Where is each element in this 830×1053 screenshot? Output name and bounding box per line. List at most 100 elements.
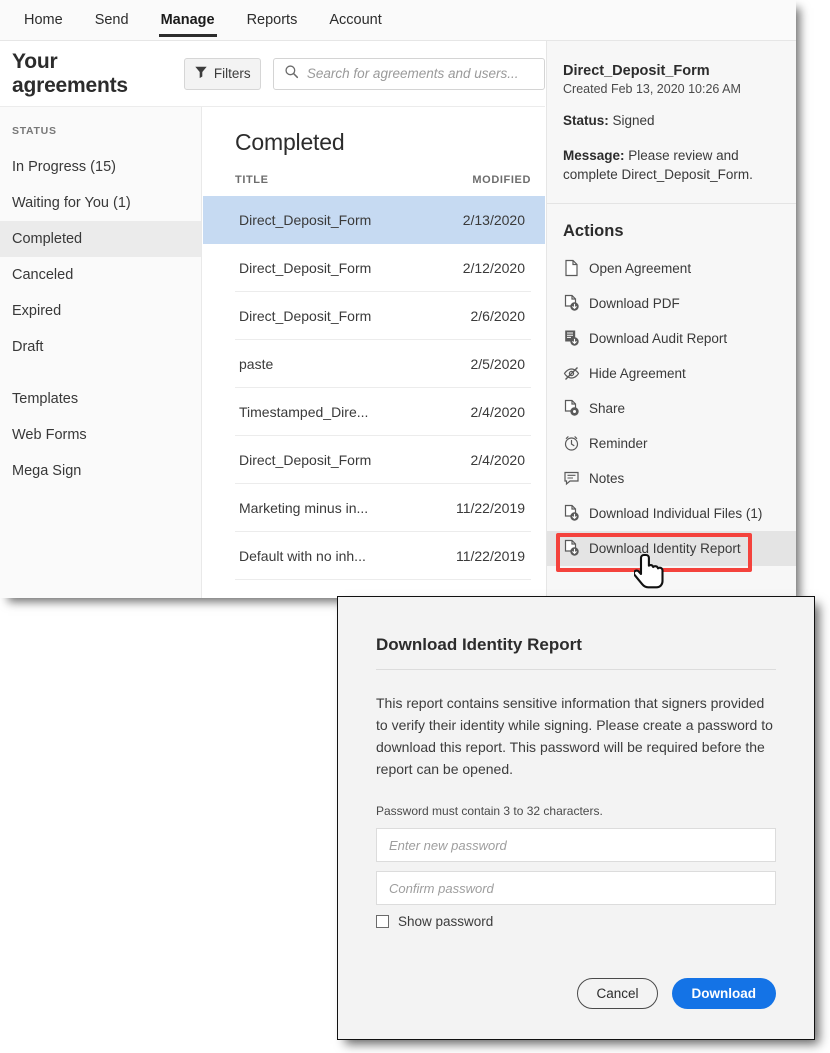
manage-app-window: Home Send Manage Reports Account Your ag…	[0, 0, 796, 598]
table-row[interactable]: Default with no inh... 11/22/2019	[235, 532, 531, 580]
document-icon	[563, 259, 580, 277]
show-password-row[interactable]: Show password	[376, 914, 776, 929]
column-header-title: TITLE	[235, 174, 269, 186]
detail-message-line: Message: Please review and complete Dire…	[563, 146, 780, 185]
action-share[interactable]: Share	[547, 391, 796, 426]
agreement-list-panel: Completed TITLE MODIFIED Direct_Deposit_…	[203, 107, 545, 598]
action-label: Notes	[589, 470, 625, 486]
pointing-hand-cursor	[632, 552, 668, 594]
row-title: Direct_Deposit_Form	[239, 259, 372, 276]
sidebar-item-templates[interactable]: Templates	[0, 381, 201, 417]
screenshot-root: Home Send Manage Reports Account Your ag…	[0, 0, 830, 1053]
action-download-pdf[interactable]: Download PDF	[547, 286, 796, 321]
file-download-icon	[563, 539, 580, 557]
row-modified: 2/4/2020	[470, 403, 526, 420]
nav-tab-home[interactable]: Home	[8, 0, 79, 41]
table-row[interactable]: Direct_Deposit_Form 2/13/2020	[203, 196, 545, 244]
action-label: Download Audit Report	[589, 330, 728, 346]
detail-created-timestamp: Created Feb 13, 2020 10:26 AM	[563, 82, 741, 96]
pdf-download-icon	[563, 294, 580, 312]
action-label: Download PDF	[589, 295, 680, 311]
row-modified: 2/5/2020	[470, 355, 526, 372]
action-open-agreement[interactable]: Open Agreement	[547, 251, 796, 286]
row-modified: 11/22/2019	[455, 547, 525, 564]
nav-tab-reports[interactable]: Reports	[231, 0, 314, 41]
filters-button-label: Filters	[213, 66, 251, 81]
action-label: Reminder	[589, 435, 648, 451]
row-modified: 2/4/2020	[470, 451, 526, 468]
actions-heading: Actions	[563, 221, 624, 240]
sidebar-item-in-progress[interactable]: In Progress (15)	[0, 149, 201, 185]
detail-status-line: Status: Signed	[563, 111, 780, 131]
row-title: paste	[239, 355, 274, 372]
column-header-modified: MODIFIED	[472, 174, 531, 186]
table-row[interactable]: Timestamped_Dire... 2/4/2020	[235, 388, 531, 436]
confirm-password-field[interactable]: Confirm password	[376, 871, 776, 906]
sidebar-divider-space	[0, 365, 201, 381]
new-password-placeholder: Enter new password	[389, 837, 507, 853]
action-notes[interactable]: Notes	[547, 461, 796, 496]
sidebar-item-canceled[interactable]: Canceled	[0, 257, 201, 293]
action-reminder[interactable]: Reminder	[547, 426, 796, 461]
action-download-identity-report[interactable]: Download Identity Report	[547, 530, 796, 566]
row-title: Direct_Deposit_Form	[239, 211, 372, 228]
sidebar-item-expired[interactable]: Expired	[0, 293, 201, 329]
row-title: Timestamped_Dire...	[239, 403, 369, 420]
list-title: Completed	[235, 129, 345, 155]
detail-summary: Direct_Deposit_Form Created Feb 13, 2020…	[547, 41, 796, 204]
row-modified: 2/6/2020	[470, 307, 526, 324]
page-title: Your agreements	[12, 49, 128, 97]
new-password-field[interactable]: Enter new password	[376, 828, 776, 863]
action-label: Download Individual Files (1)	[589, 505, 763, 521]
table-row[interactable]: paste 2/5/2020	[235, 340, 531, 388]
show-password-checkbox[interactable]	[376, 915, 389, 929]
dialog-body-text: This report contains sensitive informati…	[376, 695, 773, 778]
sidebar-item-draft[interactable]: Draft	[0, 329, 201, 365]
table-row[interactable]: Marketing minus in... 11/22/2019	[235, 484, 531, 532]
download-identity-report-dialog: Download Identity Report This report con…	[337, 596, 815, 1040]
status-badge: Signed	[612, 113, 655, 128]
eye-slash-icon	[563, 364, 580, 382]
search-icon	[284, 64, 299, 84]
note-bubble-icon	[563, 469, 580, 487]
share-document-icon	[563, 399, 580, 417]
search-input-placeholder: Search for agreements and users...	[306, 66, 519, 81]
agreement-detail-panel: Direct_Deposit_Form Created Feb 13, 2020…	[546, 41, 796, 598]
list-column-headers: TITLE MODIFIED	[235, 174, 531, 196]
filters-button[interactable]: Filters	[183, 57, 261, 90]
table-row[interactable]: Direct_Deposit_Form 2/4/2020	[235, 436, 531, 484]
password-requirement-hint: Password must contain 3 to 32 characters…	[376, 804, 603, 819]
action-download-individual-files[interactable]: Download Individual Files (1)	[547, 496, 796, 531]
detail-message-label: Message:	[563, 147, 625, 163]
nav-tab-account[interactable]: Account	[313, 0, 397, 41]
status-sidebar: STATUS In Progress (15) Waiting for You …	[0, 107, 202, 598]
row-modified: 2/12/2020	[462, 259, 525, 276]
nav-tab-send[interactable]: Send	[79, 0, 145, 41]
table-row[interactable]: Direct_Deposit_Form 2/6/2020	[235, 292, 531, 340]
confirm-password-placeholder: Confirm password	[389, 880, 494, 896]
search-input[interactable]: Search for agreements and users...	[272, 57, 545, 90]
row-title: Marketing minus in...	[239, 499, 369, 516]
detail-agreement-title: Direct_Deposit_Form	[563, 63, 710, 79]
dialog-divider	[376, 669, 776, 670]
action-download-audit-report[interactable]: Download Audit Report	[547, 321, 796, 356]
agreements-header: Your agreements Filters Search for agree…	[0, 41, 545, 107]
audit-report-download-icon	[563, 329, 580, 347]
action-label: Share	[589, 400, 626, 416]
sidebar-section-label: STATUS	[12, 125, 57, 137]
row-title: Direct_Deposit_Form	[239, 451, 372, 468]
detail-status-label: Status:	[563, 113, 609, 128]
show-password-label: Show password	[398, 914, 494, 930]
row-title: Direct_Deposit_Form	[239, 307, 372, 324]
action-hide-agreement[interactable]: Hide Agreement	[547, 356, 796, 391]
top-navigation-bar: Home Send Manage Reports Account	[0, 0, 796, 41]
nav-tab-manage[interactable]: Manage	[145, 0, 231, 41]
download-button[interactable]: Download	[671, 978, 776, 1009]
cancel-button[interactable]: Cancel	[577, 978, 658, 1009]
sidebar-item-completed[interactable]: Completed	[0, 221, 201, 257]
sidebar-item-waiting-for-you[interactable]: Waiting for You (1)	[0, 185, 201, 221]
sidebar-item-mega-sign[interactable]: Mega Sign	[0, 453, 201, 489]
table-row[interactable]: Direct_Deposit_Form 2/12/2020	[235, 244, 531, 292]
dialog-title: Download Identity Report	[376, 635, 582, 654]
sidebar-item-web-forms[interactable]: Web Forms	[0, 417, 201, 453]
